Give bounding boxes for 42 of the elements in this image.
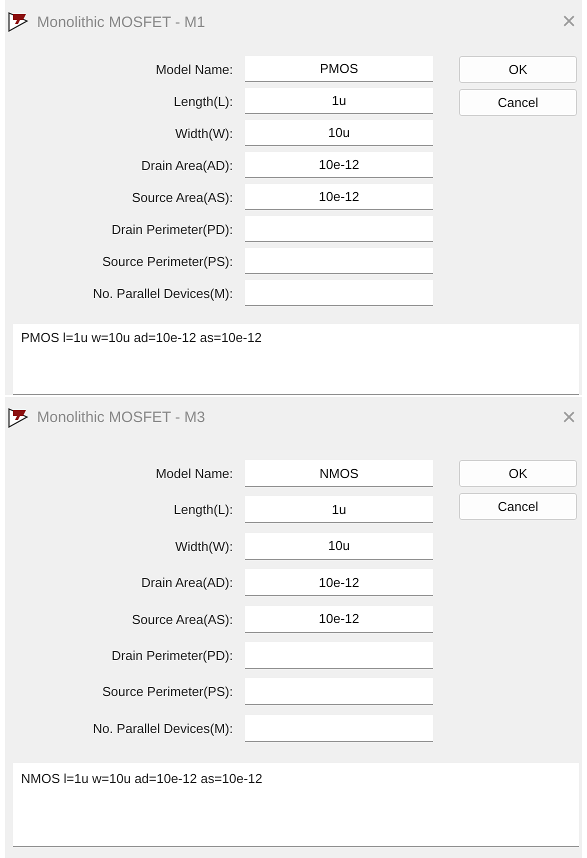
dialog-button[interactable]: Cancel [459, 89, 577, 116]
input-field[interactable]: 1u [245, 496, 433, 524]
dialog-button[interactable]: Cancel [459, 493, 577, 520]
field-label: No. Parallel Devices(M): [92, 286, 234, 300]
input-field[interactable] [245, 678, 433, 706]
input-field[interactable] [245, 714, 433, 742]
field-label: No. Parallel Devices(M): [92, 720, 234, 736]
field-label: Length(L): [172, 502, 234, 518]
field-label: Width(W): [174, 538, 234, 554]
input-field[interactable] [245, 280, 433, 306]
field-label: Model Name: [154, 466, 234, 481]
app-icon [7, 406, 29, 428]
dialog-button[interactable]: OK [459, 56, 577, 83]
window-title: Monolithic MOSFET - M1 [37, 14, 206, 30]
field-label: Width(W): [174, 126, 234, 140]
input-field[interactable]: 10e-12 [245, 606, 433, 633]
input-field[interactable]: 10e-12 [245, 152, 433, 178]
input-field[interactable]: NMOS [245, 460, 433, 487]
input-field[interactable]: PMOS [245, 56, 433, 82]
input-field[interactable] [245, 642, 433, 669]
input-field[interactable]: 10u [245, 120, 433, 146]
input-field[interactable]: 10u [245, 532, 433, 560]
input-field[interactable] [245, 248, 433, 274]
field-label: Length(L): [172, 94, 234, 108]
field-label: Source Perimeter(PS): [101, 254, 234, 268]
field-label: Drain Area(AD): [140, 158, 234, 172]
input-field[interactable]: 10e-12 [245, 184, 433, 210]
field-label: Source Area(AS): [130, 190, 234, 204]
field-label: Drain Area(AD): [140, 575, 234, 590]
field-label: Drain Perimeter(PD): [110, 222, 234, 236]
field-label: Model Name: [154, 62, 234, 76]
window-title: Monolithic MOSFET - M3 [37, 409, 206, 426]
input-field[interactable]: 10e-12 [245, 569, 433, 596]
preview-text: NMOS l=1u w=10u ad=10e-12 as=10e-12 [21, 770, 262, 786]
app-icon [7, 11, 29, 33]
field-label: Drain Perimeter(PD): [110, 648, 234, 663]
preview-text: PMOS l=1u w=10u ad=10e-12 as=10e-12 [21, 330, 262, 345]
field-label: Source Perimeter(PS): [101, 684, 234, 700]
field-label: Source Area(AS): [130, 612, 234, 627]
dialog-button[interactable]: OK [459, 460, 577, 487]
input-field[interactable] [245, 216, 433, 242]
input-field[interactable]: 1u [245, 88, 433, 114]
